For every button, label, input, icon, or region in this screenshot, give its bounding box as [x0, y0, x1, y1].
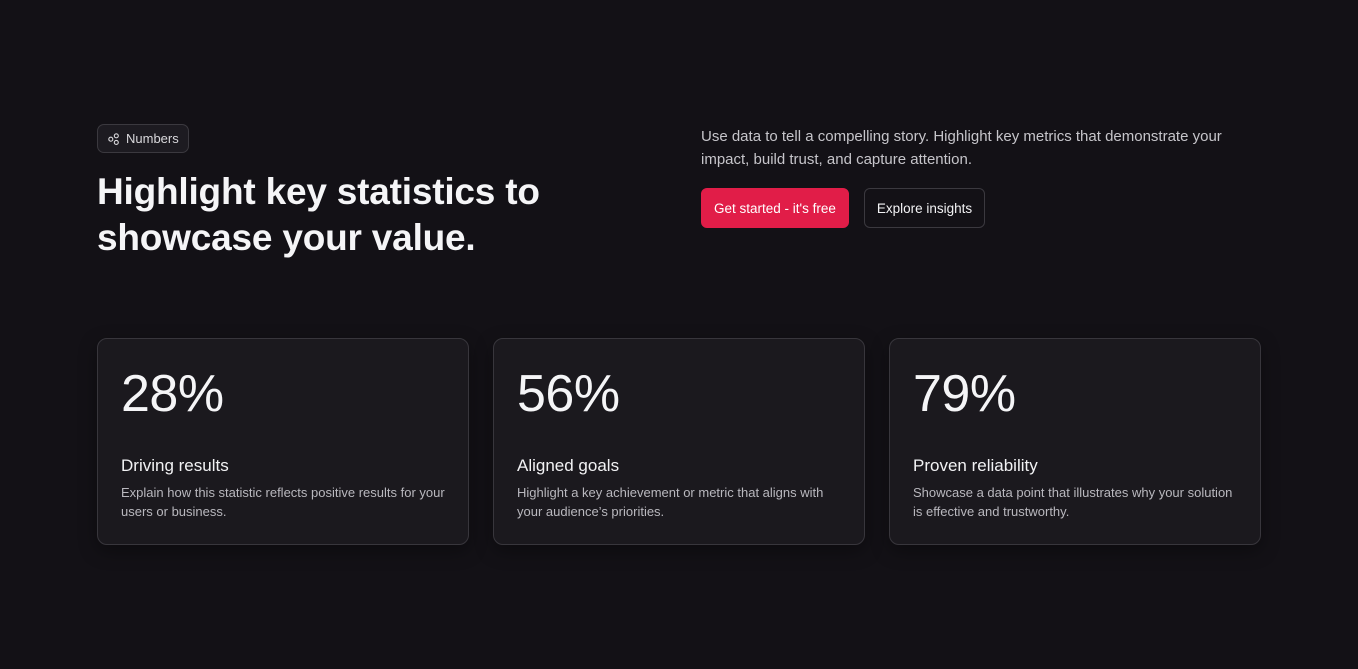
stat-value: 28% [121, 365, 224, 423]
stat-title: Driving results [121, 456, 229, 475]
stat-title: Aligned goals [517, 456, 620, 475]
stats-cards: 28% Driving results Explain how this sta… [97, 338, 1261, 545]
stat-value: 56% [517, 365, 620, 423]
stat-card-proven-reliability: 79% Proven reliability Showcase a data p… [889, 338, 1261, 545]
hero-left: Numbers Highlight key statistics to show… [97, 124, 617, 261]
page-title-line-1: Highlight key statistics to [97, 171, 540, 212]
lead-paragraph: Use data to tell a compelling story. Hig… [701, 128, 1222, 168]
stat-value: 79% [913, 365, 1016, 423]
stat-card-aligned-goals: 56% Aligned goals Highlight a key achiev… [493, 338, 865, 545]
stat-title: Proven reliability [913, 456, 1038, 475]
hero-right: Use data to tell a compelling story. Hig… [701, 124, 1261, 228]
hero-actions: Get started - it's free Explore insights [701, 188, 1261, 228]
stat-card-driving-results: 28% Driving results Explain how this sta… [97, 338, 469, 545]
hero-section: Numbers Highlight key statistics to show… [97, 124, 1261, 261]
numbers-badge: Numbers [97, 124, 189, 153]
hero-top: Numbers Highlight key statistics to show… [97, 124, 1261, 261]
stat-description: Highlight a key achievement or metric th… [517, 485, 824, 519]
share-nodes-icon [108, 132, 120, 145]
stat-description: Showcase a data point that illustrates w… [913, 485, 1233, 519]
stat-description: Explain how this statistic reflects posi… [121, 485, 445, 519]
page-title-line-2: showcase your value. [97, 217, 476, 258]
get-started-button[interactable]: Get started - it's free [701, 188, 849, 228]
explore-insights-button[interactable]: Explore insights [863, 188, 986, 228]
badge-label: Numbers [126, 131, 179, 146]
page-title: Highlight key statistics to showcase you… [97, 169, 617, 261]
